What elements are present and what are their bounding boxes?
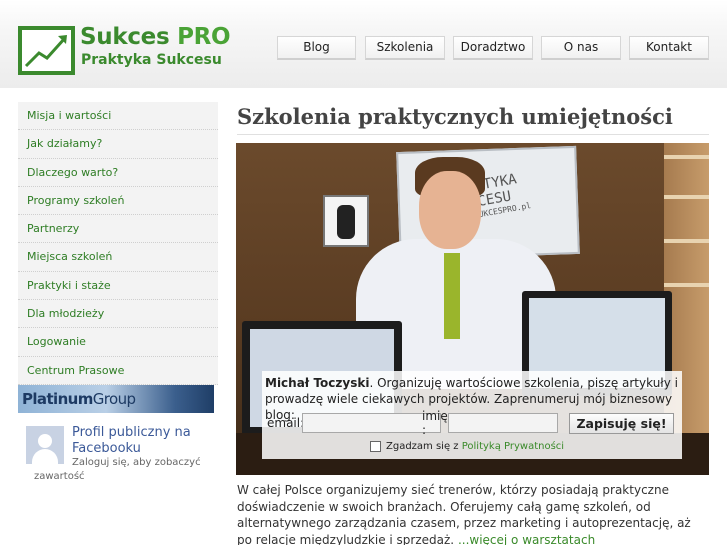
nav-szkolenia[interactable]: Szkolenia <box>365 36 445 60</box>
site-logo[interactable]: Sukces PRO Praktyka Sukcesu <box>18 24 231 76</box>
platinum-group-banner[interactable]: PlatinumGroup <box>18 384 214 413</box>
nav-kontakt[interactable]: Kontakt <box>629 36 709 60</box>
sidebar-item-partnerzy[interactable]: Partnerzy <box>18 215 218 244</box>
platinum-text-part1: Platinum <box>22 389 93 408</box>
subscribe-button[interactable]: Zapisuję się! <box>569 413 674 434</box>
privacy-policy-link[interactable]: Polityką Prywatności <box>462 441 564 452</box>
name-label: imię : <box>422 409 448 437</box>
nav-blog[interactable]: Blog <box>277 36 356 60</box>
sidebar-item-centrum-prasowe[interactable]: Centrum Prasowe <box>18 356 218 385</box>
logo-tagline: Praktyka Sukcesu <box>81 52 222 68</box>
sidebar-item-miejsca[interactable]: Miejsca szkoleń <box>18 243 218 272</box>
platinum-group-logo: PlatinumGroup <box>22 389 136 408</box>
platinum-text-part2: Group <box>92 389 136 408</box>
facebook-login-prompt: Zaloguj się, aby zobaczyć zawartość <box>34 457 201 482</box>
hero-photo: PRAKTYKA SUKCESU www.SUKCESPRO.pl Michał… <box>236 143 709 475</box>
logo-pro: PRO <box>177 24 231 50</box>
sidebar-item-jak-dzialamy[interactable]: Jak działamy? <box>18 130 218 159</box>
intro-paragraph: W całej Polsce organizujemy sieć treneró… <box>237 482 707 545</box>
nav-doradztwo[interactable]: Doradztwo <box>453 36 533 60</box>
sidebar-item-praktyki[interactable]: Praktyki i staże <box>18 271 218 301</box>
logo-name: Sukces <box>80 24 170 50</box>
author-name: Michał Toczyski <box>265 376 370 390</box>
privacy-consent: Zgadzam się z Polityką Prywatności <box>386 441 564 452</box>
sidebar-item-mlodziez[interactable]: Dla młodzieży <box>18 300 218 329</box>
newsletter-signup: Michał Toczyski. Organizuję wartościowe … <box>262 371 682 459</box>
sidebar: Misja i wartości Jak działamy? Dlaczego … <box>18 102 218 413</box>
facebook-widget: Profil publiczny na Facebooku Zaloguj si… <box>26 424 221 484</box>
email-field[interactable] <box>302 413 441 433</box>
logo-title: Sukces PRO <box>80 24 231 50</box>
chart-logo-icon <box>18 26 75 75</box>
nav-o-nas[interactable]: O nas <box>541 36 621 60</box>
facebook-profile-link[interactable]: Profil publiczny na Facebooku <box>72 425 222 457</box>
title-divider <box>237 134 709 135</box>
privacy-consent-text: Zgadzam się z <box>386 441 462 452</box>
more-workshops-link[interactable]: ...więcej o warsztatach <box>458 533 595 545</box>
sidebar-item-dlaczego-warto[interactable]: Dlaczego warto? <box>18 158 218 187</box>
sidebar-item-misja[interactable]: Misja i wartości <box>18 102 218 131</box>
wall-poster <box>323 195 369 247</box>
privacy-checkbox[interactable] <box>370 441 381 452</box>
person-head <box>419 171 481 249</box>
page-title: Szkolenia praktycznych umiejętności <box>237 104 673 129</box>
name-field[interactable] <box>448 413 558 433</box>
sidebar-item-programy[interactable]: Programy szkoleń <box>18 186 218 216</box>
sidebar-item-logowanie[interactable]: Logowanie <box>18 328 218 357</box>
person-tie <box>444 253 460 339</box>
email-label: email: <box>267 416 305 430</box>
